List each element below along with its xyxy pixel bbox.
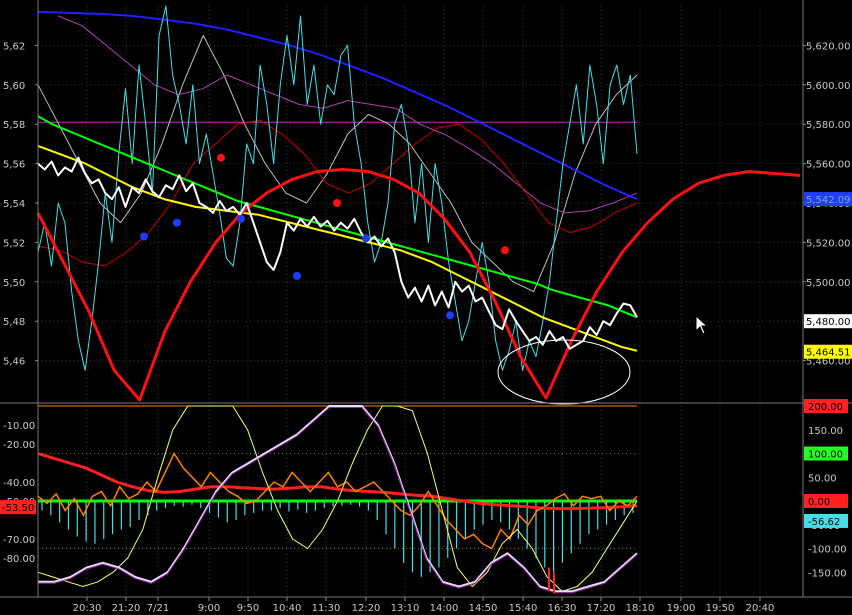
blue-marker-dot <box>173 218 181 227</box>
chart-root: 20:30 21:20 7/21 9:00 9:50 10:40 11:30 12:20 13:… <box>0 0 852 615</box>
price-badge-label: 5,480.00 <box>806 317 851 328</box>
osc-y-tick-label-left: -40.00 <box>3 478 35 489</box>
osc-y-tick-label-left: -20.00 <box>3 440 35 451</box>
osc-left-badge-label: -53.50 <box>2 503 34 514</box>
red-marker-dot <box>501 246 509 255</box>
y-tick-label-right: 5,580.00 <box>806 120 851 131</box>
blue-marker-dot <box>293 271 301 280</box>
x-tick-label: 21:20 <box>112 603 141 614</box>
x-tick-label: 13:10 <box>391 603 420 614</box>
y-tick-label-left: 5,52 <box>3 238 25 249</box>
x-tick-label: 18:10 <box>626 603 655 614</box>
blue-marker-dot <box>446 311 454 320</box>
y-tick-label-right: 5,500.00 <box>806 278 851 289</box>
y-tick-label-left: 5,62 <box>3 41 25 52</box>
x-tick-label: 15:40 <box>509 603 538 614</box>
osc-y-tick-label-right: 150.00 <box>808 426 843 437</box>
y-tick-label-left: 5,56 <box>3 160 25 171</box>
y-tick-label-left: 5,54 <box>3 199 25 210</box>
osc-badge-label: -56.62 <box>808 517 840 528</box>
osc-y-tick-label-right: -150.00 <box>808 568 847 579</box>
x-tick-label: 20:30 <box>73 603 102 614</box>
y-tick-label-right: 5,560.00 <box>806 160 851 171</box>
x-tick-label: 19:50 <box>706 603 735 614</box>
y-tick-label-left: 5,58 <box>3 120 25 131</box>
x-tick-label: 7/21 <box>147 603 169 614</box>
mouse-cursor-icon <box>695 315 709 335</box>
osc-y-tick-label-right: 50.00 <box>808 473 837 484</box>
osc-y-tick-label-left: -70.00 <box>3 535 35 546</box>
blue-marker-dot <box>140 232 148 241</box>
y-tick-label-right: 5,600.00 <box>806 81 851 92</box>
x-tick-label: 11:30 <box>312 603 341 614</box>
red-marker-dot <box>333 199 341 207</box>
x-tick-label: 17:20 <box>587 603 616 614</box>
x-tick-label: 9:50 <box>237 603 259 614</box>
x-tick-label: 19:00 <box>667 603 696 614</box>
x-tick-label: 10:40 <box>273 603 302 614</box>
osc-y-tick-label-left: -80.00 <box>3 554 35 565</box>
y-tick-label-left: 5,50 <box>3 278 25 289</box>
y-tick-label-right: 5,520.00 <box>806 238 851 249</box>
blue-marker-dot <box>237 214 245 223</box>
price-badge-label: 5,542.09 <box>806 195 851 206</box>
osc-y-tick-label-right: -100.00 <box>808 545 847 556</box>
x-tick-label: 20:40 <box>746 603 775 614</box>
red-marker-dot <box>217 153 225 162</box>
y-tick-label-left: 5,48 <box>3 317 25 328</box>
blue-marker-dot <box>362 234 370 243</box>
x-tick-label: 16:30 <box>548 603 577 614</box>
x-tick-label: 14:00 <box>430 603 459 614</box>
osc-badge-label: 200.00 <box>808 402 843 413</box>
osc-y-tick-label-left: -10.00 <box>3 421 35 432</box>
osc-badge-label: 0.00 <box>808 497 830 508</box>
y-tick-label-left: 5,46 <box>3 357 25 368</box>
osc-badge-label: 100.00 <box>808 450 843 461</box>
x-tick-label: 12:20 <box>352 603 381 614</box>
y-tick-label-left: 5,60 <box>3 81 25 92</box>
x-tick-label: 9:00 <box>198 603 220 614</box>
price-badge-label: 5,464.51 <box>806 348 851 359</box>
x-tick-label: 14:50 <box>469 603 498 614</box>
y-tick-label-right: 5,620.00 <box>806 41 851 52</box>
